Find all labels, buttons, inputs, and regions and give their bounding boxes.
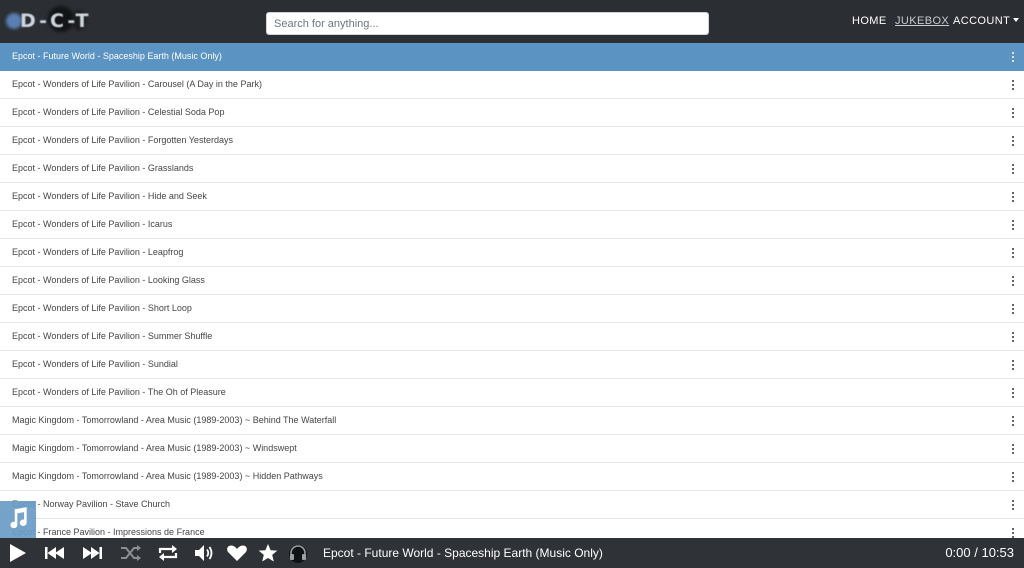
track-title: Epcot - Wonders of Life Pavilion - Summe… — [12, 331, 213, 341]
headphones-icon — [289, 545, 307, 563]
track-row[interactable]: Epcot - Wonders of Life Pavilion - Grass… — [0, 155, 1024, 183]
kebab-menu-icon[interactable] — [1010, 387, 1016, 399]
music-note-icon — [10, 507, 27, 529]
track-row[interactable]: Epcot - Wonders of Life Pavilion - Celes… — [0, 99, 1024, 127]
music-note-button[interactable] — [0, 501, 36, 538]
track-list: Epcot - Future World - Spaceship Earth (… — [0, 43, 1024, 538]
track-title: Magic Kingdom - Tomorrowland - Area Musi… — [12, 471, 323, 481]
kebab-menu-icon[interactable] — [1010, 247, 1016, 259]
track-title: Epcot - Wonders of Life Pavilion - Sundi… — [12, 359, 178, 369]
kebab-menu-icon[interactable] — [1010, 163, 1016, 175]
track-row[interactable]: Epcot - Wonders of Life Pavilion - Leapf… — [0, 239, 1024, 267]
kebab-menu-icon[interactable] — [1010, 415, 1016, 427]
player-bar: Epcot - Future World - Spaceship Earth (… — [0, 538, 1024, 568]
shuffle-icon — [121, 545, 141, 561]
nav-account-label: ACCOUNT — [953, 15, 1011, 27]
track-row[interactable]: Magic Kingdom - Tomorrowland - Area Musi… — [0, 463, 1024, 491]
track-title: Magic Kingdom - Tomorrowland - Area Musi… — [12, 443, 297, 453]
nav-home-link[interactable]: HOME — [852, 15, 887, 27]
volume-icon — [195, 545, 213, 561]
kebab-menu-icon[interactable] — [1010, 191, 1016, 203]
track-row[interactable]: Epcot - France Pavilion - Impressions de… — [0, 519, 1024, 538]
track-row[interactable]: Epcot - Wonders of Life Pavilion - Hide … — [0, 183, 1024, 211]
repeat-icon — [158, 545, 178, 561]
site-logo[interactable]: D-C-T — [6, 6, 106, 38]
track-row[interactable]: Epcot - Wonders of Life Pavilion - Carou… — [0, 71, 1024, 99]
kebab-menu-icon[interactable] — [1010, 527, 1016, 538]
kebab-menu-icon[interactable] — [1010, 219, 1016, 231]
track-row[interactable]: Epcot - Wonders of Life Pavilion - The O… — [0, 379, 1024, 407]
next-icon — [83, 547, 102, 559]
kebab-menu-icon[interactable] — [1010, 499, 1016, 511]
track-title: Magic Kingdom - Tomorrowland - Area Musi… — [12, 415, 337, 425]
kebab-menu-icon[interactable] — [1010, 359, 1016, 371]
nav-jukebox-link[interactable]: JUKEBOX — [895, 15, 949, 27]
track-row[interactable]: Epcot - Wonders of Life Pavilion - Summe… — [0, 323, 1024, 351]
headphones-button[interactable] — [287, 543, 309, 563]
track-row[interactable]: Epcot - Wonders of Life Pavilion - Looki… — [0, 267, 1024, 295]
rate-button[interactable] — [257, 543, 279, 563]
track-title: Epcot - Wonders of Life Pavilion - The O… — [12, 387, 226, 397]
track-title: Epcot - Wonders of Life Pavilion - Forgo… — [12, 135, 233, 145]
track-row[interactable]: Epcot - Wonders of Life Pavilion - Forgo… — [0, 127, 1024, 155]
logo-text: D-C-T — [20, 10, 92, 32]
track-title: Epcot - Wonders of Life Pavilion - Grass… — [12, 163, 194, 173]
kebab-menu-icon[interactable] — [1010, 443, 1016, 455]
track-title: Epcot - Wonders of Life Pavilion - Icaru… — [12, 219, 173, 229]
kebab-menu-icon[interactable] — [1010, 51, 1016, 63]
kebab-menu-icon[interactable] — [1010, 135, 1016, 147]
track-title: Epcot - Wonders of Life Pavilion - Short… — [12, 303, 192, 313]
kebab-menu-icon[interactable] — [1010, 303, 1016, 315]
track-title: Epcot - Wonders of Life Pavilion - Carou… — [12, 79, 262, 89]
track-row[interactable]: Magic Kingdom - Tomorrowland - Area Musi… — [0, 435, 1024, 463]
playback-time: 0:00 / 10:53 — [945, 545, 1014, 560]
shuffle-button[interactable] — [120, 543, 142, 563]
track-row[interactable]: Magic Kingdom - Tomorrowland - Area Musi… — [0, 407, 1024, 435]
kebab-menu-icon[interactable] — [1010, 275, 1016, 287]
kebab-menu-icon[interactable] — [1010, 79, 1016, 91]
kebab-menu-icon[interactable] — [1010, 107, 1016, 119]
star-icon — [258, 544, 278, 562]
search-input[interactable] — [266, 12, 709, 35]
track-row[interactable]: Epcot - Norway Pavilion - Stave Church — [0, 491, 1024, 519]
track-title: Epcot - France Pavilion - Impressions de… — [12, 527, 205, 537]
track-row[interactable]: Epcot - Wonders of Life Pavilion - Icaru… — [0, 211, 1024, 239]
track-title: Epcot - Future World - Spaceship Earth (… — [12, 51, 222, 61]
now-playing-title: Epcot - Future World - Spaceship Earth (… — [323, 546, 603, 560]
track-row[interactable]: Epcot - Wonders of Life Pavilion - Sundi… — [0, 351, 1024, 379]
track-row[interactable]: Epcot - Wonders of Life Pavilion - Short… — [0, 295, 1024, 323]
top-navbar: D-C-T HOME JUKEBOX ACCOUNT — [0, 0, 1024, 43]
repeat-button[interactable] — [157, 543, 179, 563]
kebab-menu-icon[interactable] — [1010, 331, 1016, 343]
favorite-button[interactable] — [226, 543, 248, 563]
next-button[interactable] — [81, 543, 103, 563]
play-button[interactable] — [8, 543, 30, 563]
track-title: Epcot - Wonders of Life Pavilion - Leapf… — [12, 247, 184, 257]
volume-button[interactable] — [194, 543, 216, 563]
track-title: Epcot - Wonders of Life Pavilion - Looki… — [12, 275, 205, 285]
track-title: Epcot - Wonders of Life Pavilion - Celes… — [12, 107, 225, 117]
track-title: Epcot - Wonders of Life Pavilion - Hide … — [12, 191, 207, 201]
previous-icon — [45, 547, 64, 559]
caret-down-icon — [1013, 18, 1020, 22]
heart-icon — [227, 545, 247, 561]
play-icon — [10, 544, 26, 562]
kebab-menu-icon[interactable] — [1010, 471, 1016, 483]
nav-account-dropdown[interactable]: ACCOUNT — [953, 15, 1020, 27]
previous-button[interactable] — [44, 543, 66, 563]
track-row[interactable]: Epcot - Future World - Spaceship Earth (… — [0, 43, 1024, 71]
